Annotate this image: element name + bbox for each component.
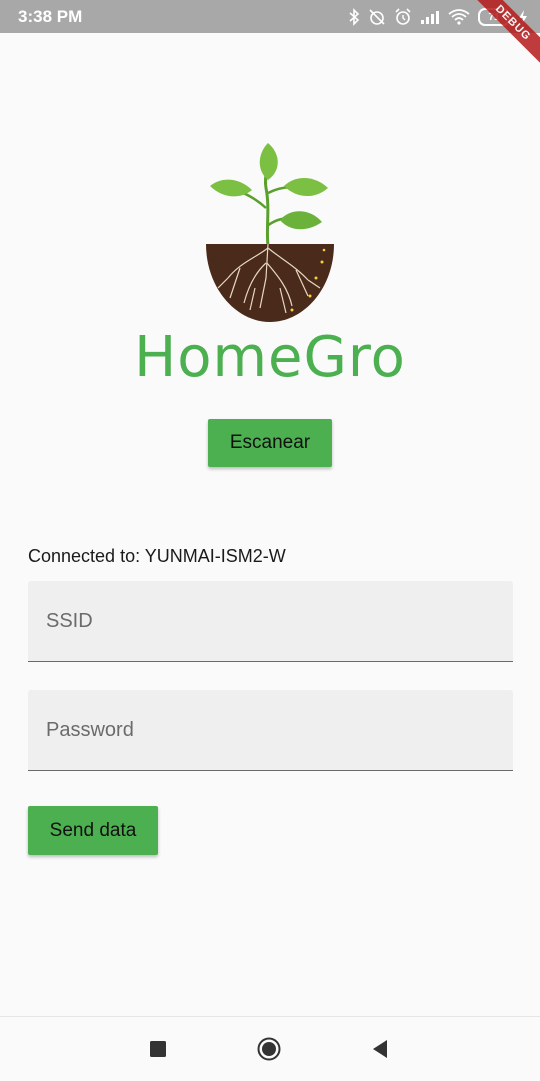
scan-button[interactable]: Escanear bbox=[208, 419, 332, 467]
brand-name: HomeGro bbox=[134, 325, 406, 390]
alarm-off-icon bbox=[368, 8, 386, 26]
recent-apps-icon[interactable] bbox=[146, 1037, 170, 1061]
ssid-input[interactable] bbox=[44, 605, 488, 637]
wifi-icon bbox=[448, 9, 470, 25]
bluetooth-icon bbox=[348, 8, 360, 26]
plant-roots-logo bbox=[200, 138, 340, 328]
status-bar: 3:38 PM 71 bbox=[0, 0, 540, 33]
home-icon[interactable] bbox=[257, 1037, 281, 1061]
navigation-bar bbox=[0, 1016, 540, 1081]
send-data-button[interactable]: Send data bbox=[28, 806, 158, 855]
connection-status: Connected to: YUNMAI-ISM2-W bbox=[28, 546, 286, 566]
back-icon[interactable] bbox=[368, 1037, 392, 1061]
password-input[interactable] bbox=[44, 714, 488, 746]
status-time: 3:38 PM bbox=[18, 7, 83, 26]
password-field[interactable] bbox=[28, 690, 513, 771]
ssid-field[interactable] bbox=[28, 581, 513, 662]
alarm-icon bbox=[394, 8, 412, 26]
signal-icon bbox=[420, 9, 440, 25]
